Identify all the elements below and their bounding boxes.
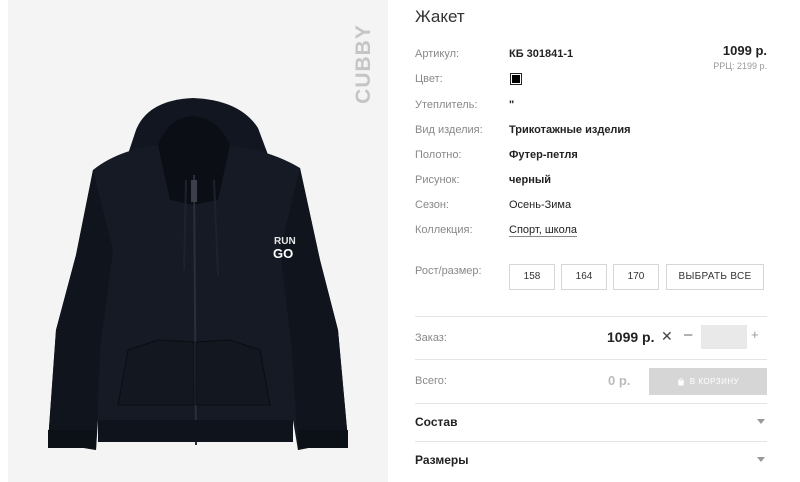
attr-type: Вид изделия: Трикотажные изделия (415, 120, 767, 140)
order-price: 1099 р. (607, 329, 655, 345)
attr-label: Артикул: (415, 48, 460, 60)
add-to-cart-button[interactable]: В КОРЗИНУ (649, 368, 767, 395)
plus-icon[interactable]: + (751, 327, 759, 342)
attr-label: Полотно: (415, 149, 462, 161)
select-all-sizes-button[interactable]: ВЫБРАТЬ ВСЕ (666, 264, 764, 290)
minus-icon[interactable]: – (684, 326, 692, 343)
add-to-cart-label: В КОРЗИНУ (689, 377, 740, 386)
size-button-164[interactable]: 164 (561, 264, 607, 290)
product-image-panel: RUN GO CUBBY (8, 0, 388, 482)
attr-label: Цвет: (415, 73, 443, 85)
size-label: Рост/размер: (415, 265, 482, 277)
attr-fabric: Полотно: Футер-петля (415, 145, 767, 165)
times-icon: ✕ (661, 328, 673, 344)
collection-link[interactable]: Спорт, школа (509, 224, 577, 236)
attr-label: Коллекция: (415, 224, 473, 236)
attr-value: КБ 301841-1 (509, 48, 574, 60)
product-image[interactable]: RUN GO (8, 0, 388, 482)
divider (415, 359, 767, 360)
product-title: Жакет (415, 7, 465, 26)
section-composition[interactable]: Состав (415, 404, 767, 440)
attr-label: Рисунок: (415, 174, 460, 186)
total-label: Всего: (415, 375, 447, 387)
total-price: 0 р. (608, 373, 631, 388)
size-button-170[interactable]: 170 (613, 264, 659, 290)
brand-watermark: CUBBY (349, 16, 379, 111)
attr-value: Футер-петля (509, 149, 578, 161)
attr-collection: Коллекция: Спорт, школа (415, 220, 767, 240)
attr-value: Осень-Зима (509, 199, 572, 211)
color-swatch-black[interactable] (510, 73, 522, 85)
attr-pattern: Рисунок: черный (415, 170, 767, 190)
attr-label: Утеплитель: (415, 99, 478, 111)
brand-text: CUBBY (352, 23, 375, 104)
attr-insulation: Утеплитель: " (415, 95, 767, 115)
caret-down-icon (757, 419, 765, 424)
product-details: Жакет 1099 р. РРЦ: 2199 р. Артикул: КБ 3… (415, 0, 767, 482)
attr-label: Сезон: (415, 199, 449, 211)
attr-value: " (509, 99, 515, 111)
print-text-go: GO (273, 246, 293, 261)
size-button-158[interactable]: 158 (509, 264, 555, 290)
attr-value: черный (509, 174, 552, 186)
attr-color: Цвет: (415, 69, 767, 89)
cart-icon (677, 377, 684, 385)
attr-article: Артикул: КБ 301841-1 (415, 44, 767, 64)
attr-season: Сезон: Осень-Зима (415, 195, 767, 215)
section-title: Состав (415, 415, 458, 429)
caret-down-icon (757, 457, 765, 462)
divider (415, 316, 767, 317)
section-title: Размеры (415, 453, 469, 467)
attr-value: Трикотажные изделия (509, 124, 631, 136)
order-label: Заказ: (415, 332, 447, 344)
attr-label: Вид изделия: (415, 124, 483, 136)
section-sizes[interactable]: Размеры (415, 442, 767, 478)
quantity-input[interactable] (701, 325, 747, 349)
